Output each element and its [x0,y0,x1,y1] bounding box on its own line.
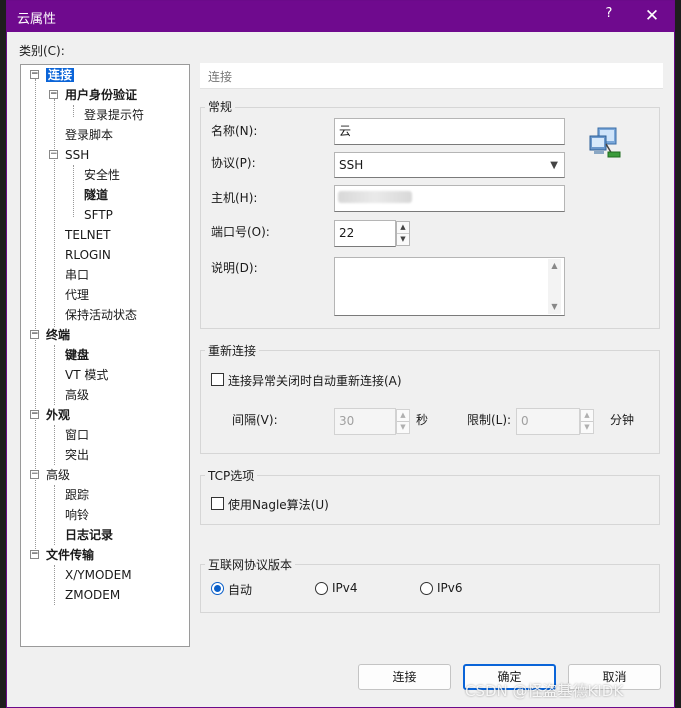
collapse-icon[interactable]: − [30,470,39,479]
tree-connector [54,345,55,405]
spin-down-icon[interactable]: ▼ [397,234,409,246]
name-input[interactable]: 云 [334,118,565,145]
category-label: 类别(C): [19,44,65,58]
description-label: 说明(D): [211,261,258,275]
scroll-down-icon[interactable]: ▼ [548,300,561,314]
port-input[interactable]: 22 [334,220,396,247]
tree-item-security[interactable]: 安全性 [84,166,120,184]
protocol-selected-value: SSH [339,158,364,172]
collapse-icon[interactable]: − [30,330,39,339]
tree-connector [73,105,74,117]
tree-item-keyboard[interactable]: 键盘 [65,346,89,364]
panel-header: 连接 [200,63,663,89]
collapse-icon[interactable]: − [30,410,39,419]
tree-connector [54,565,55,605]
interval-label: 间隔(V): [232,413,278,427]
tree-item-connection[interactable]: − 连接 [29,66,75,84]
tree-item-login-script[interactable]: 登录脚本 [65,126,113,144]
close-icon[interactable]: ✕ [637,4,667,28]
tree-connector [54,425,55,465]
tree-connector [73,165,74,217]
collapse-icon[interactable]: − [30,550,39,559]
tree-item-logging[interactable]: 日志记录 [65,526,113,544]
tree-item-appearance[interactable]: − 外观 [29,406,70,424]
tree-item-auth[interactable]: − 用户身份验证 [48,86,137,104]
limit-spinner[interactable]: ▲ ▼ [580,409,594,434]
limit-unit: 分钟 [610,413,635,427]
tree-item-rlogin[interactable]: RLOGIN [65,246,111,264]
watermark: CSDN @怪盗基德KIDK [465,682,624,700]
tree-connector [35,79,36,557]
title-bar[interactable]: 云属性 ? ✕ [7,1,674,32]
chevron-down-icon: ▼ [550,160,558,171]
description-scrollbar[interactable]: ▲ ▼ [548,259,561,314]
protocol-select[interactable]: SSH ▼ [334,152,565,178]
tree-connector [54,99,55,327]
redacted-host [338,191,412,203]
collapse-icon[interactable]: − [30,70,39,79]
general-group-title: 常规 [205,98,236,115]
auto-reconnect-label[interactable]: 连接异常关闭时自动重新连接(A) [228,372,402,389]
session-properties-dialog: 云属性 ? ✕ 类别(C): − 连接 − 用户身份验证 登录提示符 登录脚本 … [6,0,675,708]
tree-item-login-prompt[interactable]: 登录提示符 [84,106,144,124]
tree-item-keepalive[interactable]: 保持活动状态 [65,306,137,324]
ip-auto-radio[interactable] [211,582,224,595]
category-tree[interactable]: − 连接 − 用户身份验证 登录提示符 登录脚本 − SSH 安全性 隧道 SF… [20,64,190,647]
tree-item-ssh[interactable]: − SSH [48,146,89,164]
ip-auto-label[interactable]: 自动 [228,581,252,598]
ipv4-radio[interactable] [315,582,328,595]
tree-item-xymodem[interactable]: X/YMODEM [65,566,132,584]
tree-item-bell[interactable]: 响铃 [65,506,89,524]
limit-label: 限制(L): [467,413,512,427]
tree-item-window[interactable]: 窗口 [65,426,89,444]
host-input[interactable] [334,185,565,212]
tree-item-terminal-advanced[interactable]: 高级 [65,386,89,404]
tree-item-zmodem[interactable]: ZMODEM [65,586,120,604]
tree-item-tunnel[interactable]: 隧道 [84,186,108,204]
help-button[interactable]: ? [599,6,619,26]
port-spinner[interactable]: ▲ ▼ [396,221,410,246]
ipv6-radio[interactable] [420,582,433,595]
spin-up-icon[interactable]: ▲ [397,222,409,234]
collapse-icon[interactable]: − [49,150,58,159]
ipv6-label[interactable]: IPv6 [437,581,463,595]
description-textarea[interactable] [334,257,565,316]
nagle-label[interactable]: 使用Nagle算法(U) [228,496,329,513]
collapse-icon[interactable]: − [49,90,58,99]
ipv4-label[interactable]: IPv4 [332,581,358,595]
ip-version-group-title: 互联网协议版本 [205,556,296,573]
host-label: 主机(H): [211,191,258,205]
spin-down-icon[interactable]: ▼ [397,422,409,434]
tree-item-trace[interactable]: 跟踪 [65,486,89,504]
reconnect-group [200,350,660,454]
tree-item-highlight[interactable]: 突出 [65,446,89,464]
tree-item-advanced[interactable]: − 高级 [29,466,70,484]
tree-item-sftp[interactable]: SFTP [84,206,113,224]
tree-connector [54,485,55,545]
tree-item-file-transfer[interactable]: − 文件传输 [29,546,94,564]
tree-item-serial[interactable]: 串口 [65,266,89,284]
tree-item-terminal[interactable]: − 终端 [29,326,70,344]
scroll-up-icon[interactable]: ▲ [548,259,561,273]
name-label: 名称(N): [211,124,258,138]
interval-spinner[interactable]: ▲ ▼ [396,409,410,434]
network-computer-icon [588,126,624,160]
protocol-label: 协议(P): [211,156,256,170]
port-label: 端口号(O): [211,225,270,239]
tcp-group-title: TCP选项 [205,467,258,484]
spin-down-icon[interactable]: ▼ [581,422,593,434]
tree-item-telnet[interactable]: TELNET [65,226,111,244]
interval-input[interactable]: 30 [334,408,396,435]
spin-up-icon[interactable]: ▲ [397,410,409,422]
window-title: 云属性 [17,12,57,27]
reconnect-group-title: 重新连接 [205,342,260,359]
auto-reconnect-checkbox[interactable] [211,373,224,386]
interval-unit: 秒 [416,413,429,427]
nagle-checkbox[interactable] [211,497,224,510]
connect-button[interactable]: 连接 [358,664,451,690]
limit-input[interactable]: 0 [516,408,580,435]
tree-item-vt-mode[interactable]: VT 模式 [65,366,108,384]
spin-up-icon[interactable]: ▲ [581,410,593,422]
tree-item-proxy[interactable]: 代理 [65,286,89,304]
